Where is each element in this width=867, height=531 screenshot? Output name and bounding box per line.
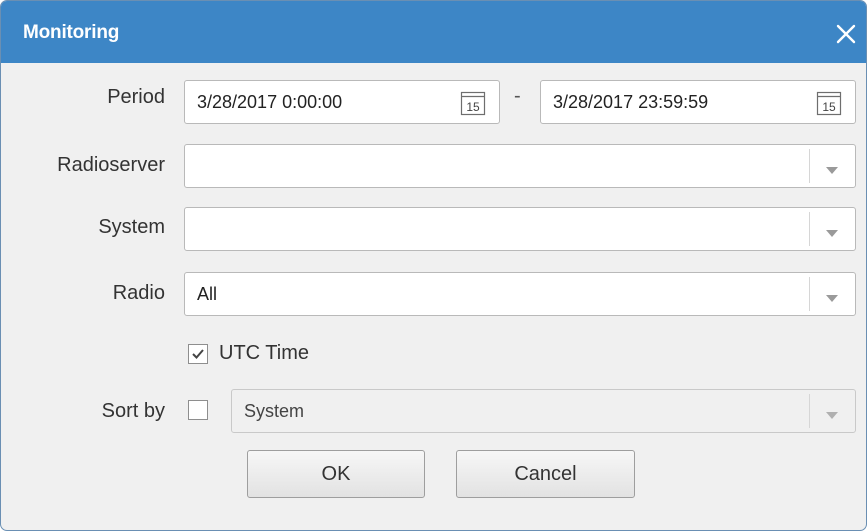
chevron-down-icon[interactable] xyxy=(825,407,839,419)
sort-by-dropdown[interactable]: System xyxy=(231,389,856,433)
dialog-titlebar: Monitoring xyxy=(1,1,866,63)
calendar-icon[interactable]: 15 xyxy=(816,90,842,116)
period-label: Period xyxy=(107,86,165,108)
radioserver-dropdown[interactable] xyxy=(184,144,856,188)
period-to-value: 3/28/2017 23:59:59 xyxy=(553,92,709,112)
period-from-value: 3/28/2017 0:00:00 xyxy=(197,92,343,112)
checkmark-icon xyxy=(192,349,204,359)
dropdown-separator xyxy=(809,149,810,183)
period-from-field[interactable]: 3/28/2017 0:00:00 15 xyxy=(184,80,500,124)
sort-by-checkbox[interactable] xyxy=(188,400,208,420)
dropdown-separator xyxy=(809,394,810,428)
radio-value: All xyxy=(197,284,218,304)
chevron-down-icon[interactable] xyxy=(825,290,839,302)
radio-dropdown[interactable]: All xyxy=(184,272,856,316)
calendar-icon-day: 15 xyxy=(466,100,480,114)
monitoring-dialog: Monitoring Period 3/28/2017 0:00:00 15 -… xyxy=(0,0,867,531)
ok-button[interactable]: OK xyxy=(247,450,425,498)
close-icon[interactable] xyxy=(833,21,859,47)
period-to-field[interactable]: 3/28/2017 23:59:59 15 xyxy=(540,80,856,124)
utc-time-label[interactable]: UTC Time xyxy=(219,342,309,365)
chevron-down-icon[interactable] xyxy=(825,225,839,237)
sort-by-value: System xyxy=(244,401,305,421)
cancel-button[interactable]: Cancel xyxy=(456,450,635,498)
utc-time-checkbox[interactable] xyxy=(188,344,208,364)
chevron-down-icon[interactable] xyxy=(825,162,839,174)
system-label: System xyxy=(98,216,165,238)
dialog-title: Monitoring xyxy=(23,22,120,43)
calendar-icon[interactable]: 15 xyxy=(460,90,486,116)
dropdown-separator xyxy=(809,212,810,246)
sort-by-label: Sort by xyxy=(101,400,165,422)
radio-label: Radio xyxy=(112,282,165,304)
radioserver-label: Radioserver xyxy=(57,154,165,176)
dropdown-separator xyxy=(809,277,810,311)
period-separator: - xyxy=(514,85,521,107)
calendar-icon-day: 15 xyxy=(822,100,836,114)
system-dropdown[interactable] xyxy=(184,207,856,251)
